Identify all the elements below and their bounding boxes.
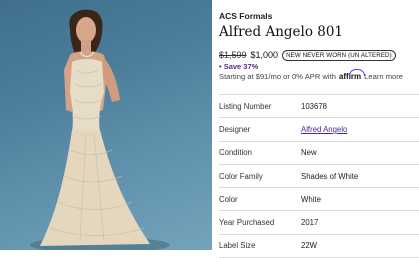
details-label: Condition bbox=[219, 141, 301, 165]
details-value: 2017 bbox=[301, 210, 419, 235]
details-label: Label Size bbox=[219, 234, 301, 258]
product-photo[interactable] bbox=[0, 0, 212, 250]
details-row: Color Family Shades of White bbox=[219, 164, 419, 189]
wedding-dress-illustration bbox=[30, 9, 170, 250]
details-row: Year Purchased 2017 bbox=[219, 210, 419, 235]
sale-price: $1,000 bbox=[250, 50, 279, 60]
details-row: Listing Number 103678 bbox=[219, 93, 419, 119]
details-value: 103678 bbox=[301, 93, 419, 119]
details-row: Label Size 22W bbox=[219, 234, 419, 258]
details-label: Color bbox=[219, 187, 301, 212]
price-line: $1,599 $1,000 NEW NEVER WORN (UN ALTERED… bbox=[219, 48, 396, 62]
details-value: New bbox=[301, 141, 419, 165]
listing-title: Alfred Angelo 801 bbox=[219, 24, 344, 40]
details-row: Color White bbox=[219, 187, 419, 212]
details-label: Listing Number bbox=[219, 93, 301, 119]
financing-line: Starting at $91/mo or 0% APR with affirm… bbox=[219, 69, 403, 81]
details-value: 22W bbox=[301, 234, 419, 258]
learn-more-link[interactable]: Learn more bbox=[364, 72, 403, 81]
listing-info-panel: ACS Formals Alfred Angelo 801 $1,599 $1,… bbox=[219, 0, 419, 258]
details-label: Color Family bbox=[219, 164, 301, 189]
affirm-logo: affirm bbox=[338, 69, 366, 81]
condition-badge: NEW NEVER WORN (UN ALTERED) bbox=[282, 49, 396, 61]
details-value: Alfred Angelo bbox=[301, 117, 419, 142]
designer-link[interactable]: Alfred Angelo bbox=[301, 125, 347, 134]
details-table: Listing Number 103678 Designer Alfred Angel… bbox=[219, 93, 419, 258]
financing-text: Starting at $91/mo or 0% APR with bbox=[219, 72, 336, 81]
details-row: Condition New bbox=[219, 141, 419, 165]
details-label: Designer bbox=[219, 117, 301, 142]
details-value: Shades of White bbox=[301, 164, 419, 189]
details-row: Designer Alfred Angelo bbox=[219, 117, 419, 142]
seller-name[interactable]: ACS Formals bbox=[219, 11, 272, 21]
details-label: Year Purchased bbox=[219, 210, 301, 235]
savings-text: • Save 37% bbox=[219, 62, 259, 71]
original-price: $1,599 bbox=[219, 50, 247, 60]
details-value: White bbox=[301, 187, 419, 212]
